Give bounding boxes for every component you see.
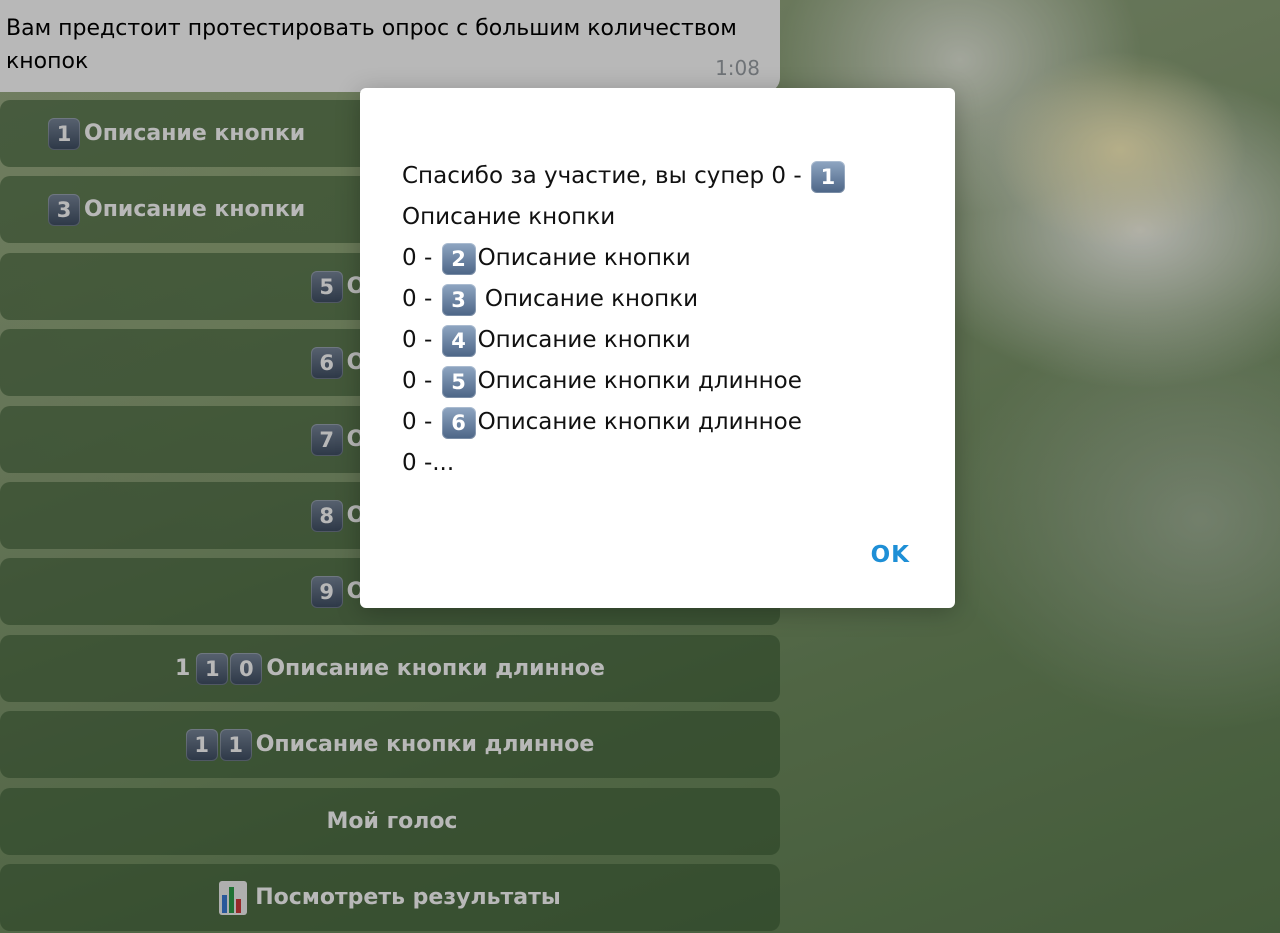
dialog-line: Описание кнопки — [402, 197, 922, 238]
dialog-line: 0 - 2 Описание кнопки — [402, 238, 922, 279]
keycap-6-icon: 6 — [441, 406, 476, 439]
alert-dialog: Спасибо за участие, вы супер 0 - 1 Описан… — [360, 88, 955, 608]
keycap-3-icon: 3 — [441, 283, 476, 316]
dialog-line: 0 - 6 Описание кнопки длинное — [402, 402, 922, 443]
dialog-line-text: 0 - — [402, 368, 440, 394]
keycap-4-icon: 4 — [441, 324, 476, 357]
keycap-1-icon: 1 — [810, 160, 845, 193]
dialog-line-label: Описание кнопки — [477, 245, 691, 271]
dialog-line: Спасибо за участие, вы супер 0 - 1 — [402, 156, 922, 197]
dialog-line-label: Описание кнопки длинное — [477, 368, 802, 394]
dialog-line: 0 - 5 Описание кнопки длинное — [402, 361, 922, 402]
dialog-line-label: Описание кнопки — [477, 327, 691, 353]
dialog-line-text: 0 - — [402, 286, 440, 312]
dialog-line: 0 -... — [402, 443, 922, 484]
dialog-line-label: Описание кнопки — [477, 286, 699, 312]
dialog-line-label: Описание кнопки длинное — [477, 409, 802, 435]
dialog-line-text: 0 - — [402, 245, 440, 271]
dialog-line-text: Описание кнопки — [402, 204, 616, 230]
keycap-5-icon: 5 — [441, 365, 476, 398]
dialog-line-text: 0 - — [402, 327, 440, 353]
dialog-line: 0 - 3 Описание кнопки — [402, 279, 922, 320]
dialog-message: Спасибо за участие, вы супер 0 - 1 Описан… — [402, 156, 922, 484]
dialog-line: 0 - 4 Описание кнопки — [402, 320, 922, 361]
dialog-line-text: 0 - — [402, 409, 440, 435]
dialog-line-text: 0 -... — [402, 450, 455, 476]
keycap-2-icon: 2 — [441, 242, 476, 275]
dialog-line-text: Спасибо за участие, вы супер 0 - — [402, 163, 809, 189]
ok-button[interactable]: OK — [871, 542, 910, 568]
